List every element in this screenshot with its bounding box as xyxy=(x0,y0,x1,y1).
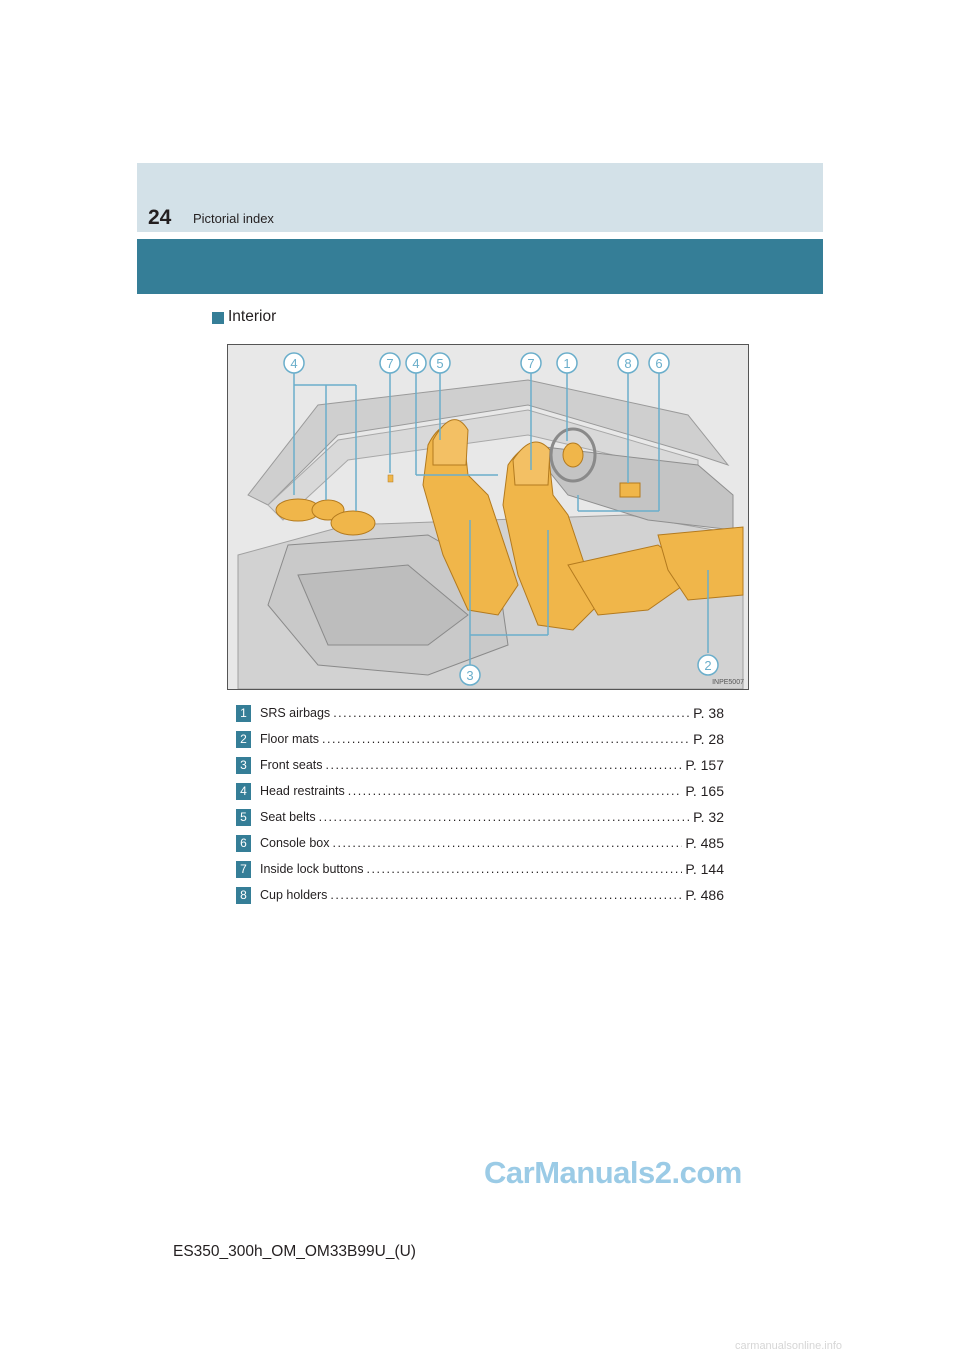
item-label: Console box xyxy=(260,836,330,850)
sub-heading: Interior xyxy=(212,308,276,326)
document-code-footer: ES350_300h_OM_OM33B99U_(U) xyxy=(173,1243,416,1260)
page-reference-link[interactable]: P. 485 xyxy=(685,835,724,851)
callout-label: 8 xyxy=(624,356,631,371)
item-label: Seat belts xyxy=(260,810,316,824)
list-item: 2 Floor mats P. 28 xyxy=(236,726,724,752)
list-item: 5 Seat belts P. 32 xyxy=(236,804,724,830)
figure-code: INPE5007 xyxy=(712,679,744,686)
callout-label: 7 xyxy=(386,356,393,371)
leader-dots xyxy=(348,784,683,798)
item-number-badge: 7 xyxy=(236,860,251,878)
watermark-link[interactable]: CarManuals2.com xyxy=(484,1155,742,1191)
item-label: Head restraints xyxy=(260,784,345,798)
item-number-badge: 1 xyxy=(236,704,251,722)
item-label: Inside lock buttons xyxy=(260,862,364,876)
list-item: 1 SRS airbags P. 38 xyxy=(236,700,724,726)
page-reference-link[interactable]: P. 144 xyxy=(685,861,724,877)
leader-dots xyxy=(333,836,683,850)
item-number-badge: 5 xyxy=(236,808,251,826)
sub-heading-text: Interior xyxy=(228,308,277,325)
title-band xyxy=(137,239,823,294)
page-reference-link[interactable]: P. 28 xyxy=(693,731,724,747)
item-label: Cup holders xyxy=(260,888,328,902)
item-label: SRS airbags xyxy=(260,706,331,720)
callout-label: 2 xyxy=(704,658,711,673)
item-list: 1 SRS airbags P. 38 2 Floor mats P. 28 3… xyxy=(236,700,724,908)
leader-dots xyxy=(333,706,690,720)
callout-label: 7 xyxy=(527,356,534,371)
item-number-badge: 8 xyxy=(236,886,251,904)
callout-label: 1 xyxy=(563,356,570,371)
list-item: 8 Cup holders P. 486 xyxy=(236,882,724,908)
page-reference-link[interactable]: P. 157 xyxy=(685,757,724,773)
interior-illustration: 4 7 4 5 7 1 8 6 3 2 INPE5007 xyxy=(227,344,749,690)
item-number-badge: 2 xyxy=(236,730,251,748)
page-reference-link[interactable]: P. 486 xyxy=(685,887,724,903)
item-number-badge: 3 xyxy=(236,756,251,774)
item-label: Front seats xyxy=(260,758,323,772)
callout-label: 5 xyxy=(436,356,443,371)
leader-dots xyxy=(319,810,691,824)
page-reference-link[interactable]: P. 38 xyxy=(693,705,724,721)
page-number: 24 xyxy=(148,206,172,229)
item-number-badge: 4 xyxy=(236,782,251,800)
section-title: Pictorial index xyxy=(193,211,274,226)
interior-drawing: 4 7 4 5 7 1 8 6 3 2 xyxy=(228,345,748,689)
leader-dots xyxy=(330,888,682,902)
leader-dots xyxy=(367,862,683,876)
callout-label: 4 xyxy=(290,356,297,371)
bottom-watermark: carmanualsonline.info xyxy=(735,1340,843,1352)
leader-dots xyxy=(322,732,690,746)
list-item: 3 Front seats P. 157 xyxy=(236,752,724,778)
square-bullet-icon xyxy=(212,311,224,324)
leader-dots xyxy=(326,758,683,772)
item-number-badge: 6 xyxy=(236,834,251,852)
callout-label: 6 xyxy=(655,356,662,371)
item-label: Floor mats xyxy=(260,732,320,746)
list-item: 7 Inside lock buttons P. 144 xyxy=(236,856,724,882)
callout-label: 4 xyxy=(412,356,419,371)
callout-label: 3 xyxy=(466,668,473,683)
page-reference-link[interactable]: P. 32 xyxy=(693,809,724,825)
page-reference-link[interactable]: P. 165 xyxy=(685,783,724,799)
list-item: 4 Head restraints P. 165 xyxy=(236,778,724,804)
list-item: 6 Console box P. 485 xyxy=(236,830,724,856)
